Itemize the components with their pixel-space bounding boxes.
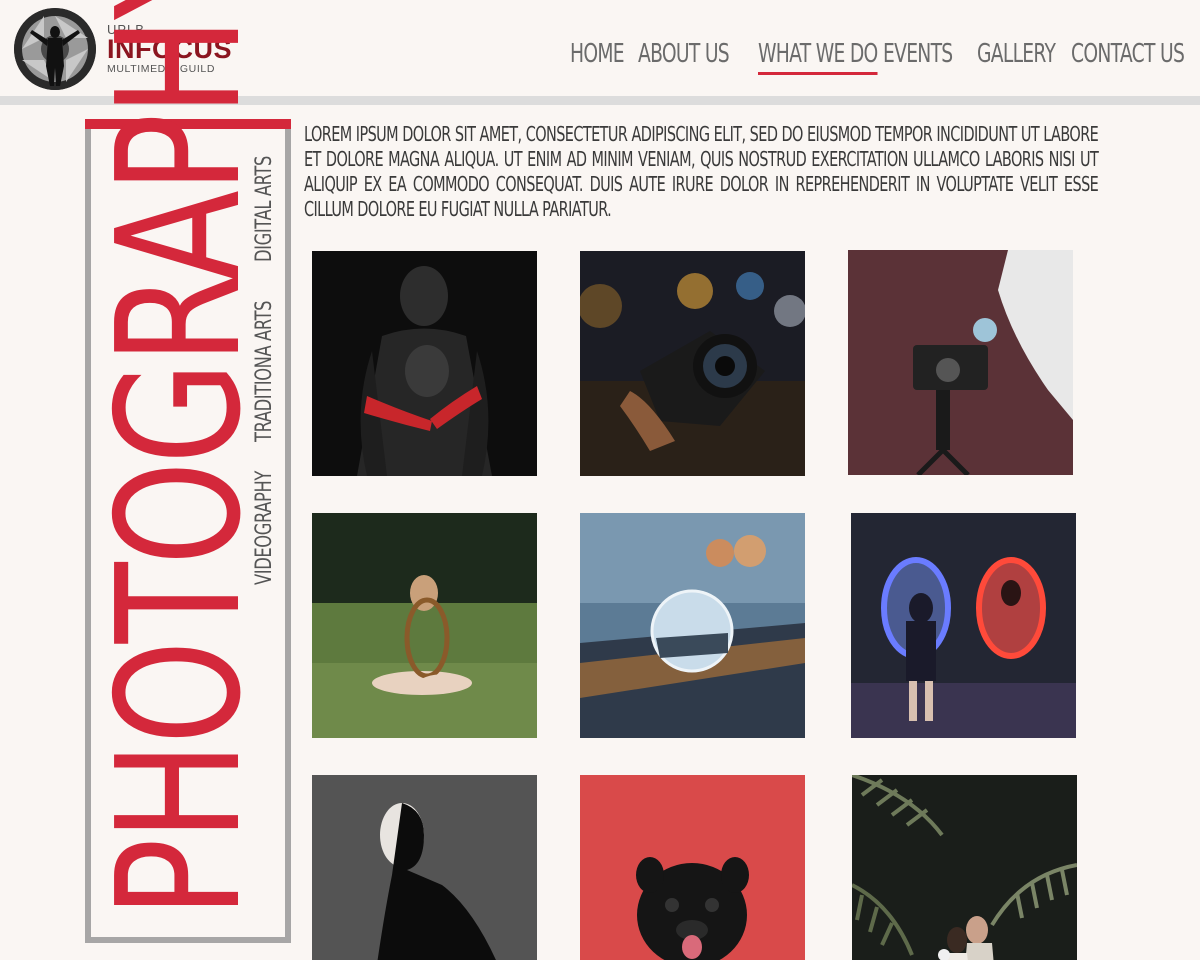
nav-events[interactable]: EVENTS (883, 36, 953, 72)
nav-gallery[interactable]: GALLERY (977, 36, 1056, 72)
gallery-photo-pug[interactable] (580, 775, 805, 960)
gallery-photo-painted-figure[interactable] (312, 251, 537, 476)
gallery-photo-crystal-ball[interactable] (580, 513, 805, 738)
gallery-photo-shadow-portrait[interactable] (312, 775, 537, 960)
sidebar-link-videography[interactable]: VIDEOGRAPHY (252, 431, 278, 585)
nav-what-we-do[interactable]: WHAT WE DO (758, 36, 878, 75)
page-title-text: PHOTOGRAPHY (81, 0, 279, 918)
gallery-photo-neon-mirror[interactable] (851, 513, 1076, 738)
gallery-photo-camera-in-hand[interactable] (580, 251, 805, 476)
sidebar-link-digital-arts[interactable]: DIGITAL ARTS (252, 119, 278, 262)
gallery-photo-couple-ferns[interactable] (852, 775, 1077, 960)
nav-about-us[interactable]: ABOUT US (638, 36, 730, 72)
intro-paragraph: LOREM IPSUM DOLOR SIT AMET, CONSECTETUR … (304, 122, 1099, 222)
nav-home[interactable]: HOME (570, 36, 625, 72)
intro-text: LOREM IPSUM DOLOR SIT AMET, CONSECTETUR … (304, 122, 1099, 221)
sidebar-link-label: VIDEOGRAPHY (252, 471, 277, 585)
sidebar-link-traditional-arts[interactable]: TRADITIONA ARTS (252, 251, 278, 442)
sidebar-link-label: DIGITAL ARTS (252, 156, 277, 262)
nav-contact-us[interactable]: CONTACT US (1071, 36, 1185, 72)
page-title: PHOTOGRAPHY (81, 0, 279, 918)
sidebar-link-label: TRADITIONA ARTS (252, 300, 277, 442)
gallery-photo-vintage-camera[interactable] (848, 250, 1073, 475)
gallery-photo-girl-with-mirror[interactable] (312, 513, 537, 738)
